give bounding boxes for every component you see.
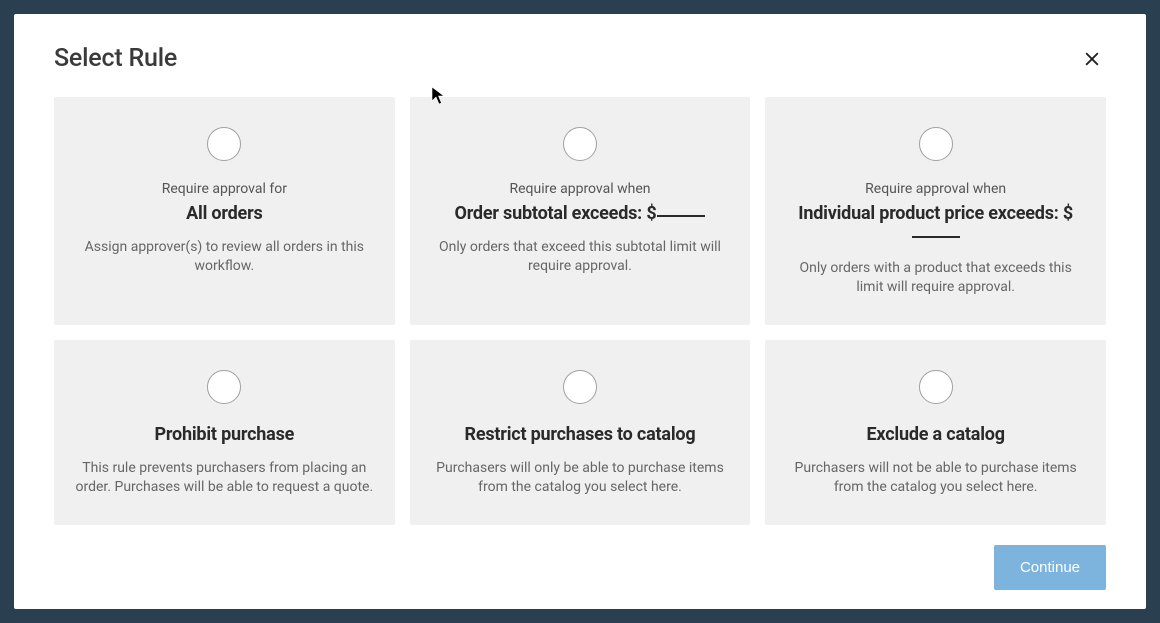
rule-card-all-orders[interactable]: Require approval for All orders Assign a… [54, 97, 395, 325]
radio-product-price-exceeds[interactable] [919, 127, 953, 161]
radio-exclude-catalog[interactable] [919, 370, 953, 404]
rule-description: Purchasers will only be able to purchase… [430, 459, 730, 497]
rule-title: Exclude a catalog [867, 424, 1005, 445]
rule-title: Prohibit purchase [154, 424, 294, 445]
close-icon [1082, 49, 1102, 69]
radio-all-orders[interactable] [207, 127, 241, 161]
rule-card-exclude-catalog[interactable]: Exclude a catalog Purchasers will not be… [765, 340, 1106, 525]
rule-card-prohibit-purchase[interactable]: Prohibit purchase This rule prevents pur… [54, 340, 395, 525]
rule-card-product-price-exceeds[interactable]: Require approval when Individual product… [765, 97, 1106, 325]
rule-title: All orders [186, 203, 262, 224]
rule-description: This rule prevents purchasers from placi… [74, 459, 374, 497]
select-rule-modal: Select Rule Require approval for All ord… [14, 14, 1146, 609]
rule-title: Restrict purchases to catalog [465, 424, 696, 445]
rule-prelabel: Require approval when [509, 181, 650, 197]
modal-footer: Continue [54, 545, 1106, 590]
rule-prelabel: Require approval when [865, 181, 1006, 197]
rule-title: Individual product price exceeds: $ [785, 203, 1086, 245]
rule-title: Order subtotal exceeds: $ [455, 203, 706, 224]
radio-prohibit-purchase[interactable] [207, 370, 241, 404]
modal-header: Select Rule [54, 44, 1106, 73]
rule-card-restrict-catalog[interactable]: Restrict purchases to catalog Purchasers… [410, 340, 751, 525]
rule-prelabel: Require approval for [162, 181, 287, 197]
fill-blank-line [657, 215, 705, 217]
radio-subtotal-exceeds[interactable] [563, 127, 597, 161]
fill-blank-line [912, 236, 960, 238]
rule-card-subtotal-exceeds[interactable]: Require approval when Order subtotal exc… [410, 97, 751, 325]
rules-grid: Require approval for All orders Assign a… [54, 97, 1106, 525]
rule-description: Only orders with a product that exceeds … [786, 259, 1086, 297]
rule-description: Only orders that exceed this subtotal li… [430, 238, 730, 276]
close-button[interactable] [1078, 45, 1106, 73]
rule-description: Assign approver(s) to review all orders … [74, 238, 374, 276]
radio-restrict-catalog[interactable] [563, 370, 597, 404]
continue-button[interactable]: Continue [994, 545, 1106, 590]
modal-title: Select Rule [54, 44, 177, 73]
rule-description: Purchasers will not be able to purchase … [786, 459, 1086, 497]
